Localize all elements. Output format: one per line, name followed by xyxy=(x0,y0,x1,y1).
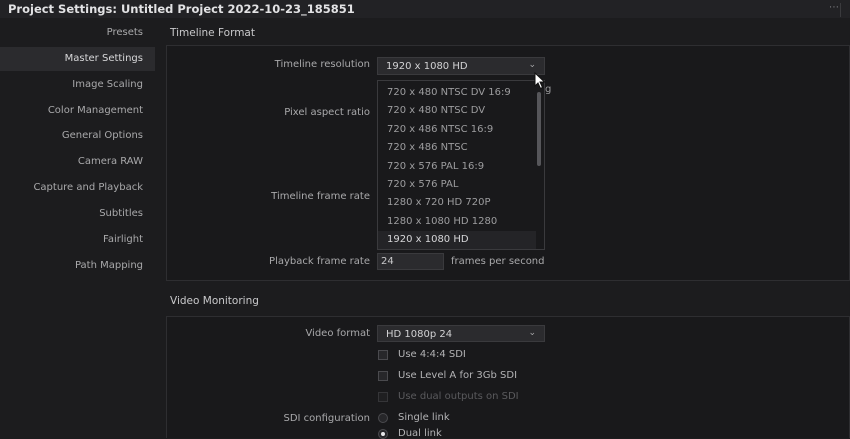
use-dual-outputs-checkbox[interactable] xyxy=(378,392,388,402)
sidebar-item-label: Presets xyxy=(106,27,143,38)
dropdown-option[interactable]: 720 x 486 NTSC 16:9 xyxy=(378,121,536,139)
playback-frame-rate-label: Playback frame rate xyxy=(269,256,370,267)
sidebar-item-presets[interactable]: Presets xyxy=(0,21,155,45)
sidebar-item-general-options[interactable]: General Options xyxy=(0,124,155,148)
dropdown-option-label: 720 x 486 NTSC xyxy=(387,142,468,153)
use-dual-outputs-label: Use dual outputs on SDI xyxy=(398,391,519,402)
dropdown-option[interactable]: 720 x 480 NTSC DV 16:9 xyxy=(378,84,536,102)
sidebar-item-label: Image Scaling xyxy=(72,79,143,90)
use-444-sdi-label: Use 4:4:4 SDI xyxy=(398,349,466,360)
mouse-pointer-icon xyxy=(534,72,546,90)
dropdown-option-label: 720 x 486 NTSC 16:9 xyxy=(387,124,494,135)
single-link-radio[interactable] xyxy=(378,413,388,423)
chevron-down-icon: ⌄ xyxy=(528,328,536,338)
use-level-a-checkbox[interactable] xyxy=(378,371,388,381)
section-title-video-monitoring: Video Monitoring xyxy=(170,295,259,307)
timeline-resolution-value: 1920 x 1080 HD xyxy=(386,61,468,72)
timeline-resolution-select[interactable]: 1920 x 1080 HD ⌄ xyxy=(377,57,545,75)
sidebar-item-fairlight[interactable]: Fairlight xyxy=(0,228,155,252)
sidebar-item-color-management[interactable]: Color Management xyxy=(0,99,155,123)
dropdown-option-label: 720 x 480 NTSC DV 16:9 xyxy=(387,87,511,98)
sidebar-item-label: Color Management xyxy=(47,105,143,116)
sidebar-item-label: Fairlight xyxy=(102,234,143,245)
playback-frame-rate-input[interactable]: 24 xyxy=(377,253,444,270)
chevron-down-icon: ⌄ xyxy=(528,60,536,70)
sidebar-item-subtitles[interactable]: Subtitles xyxy=(0,202,155,226)
sidebar-item-label: Path Mapping xyxy=(74,260,143,271)
sidebar-item-camera-raw[interactable]: Camera RAW xyxy=(0,150,155,174)
use-444-sdi-checkbox[interactable] xyxy=(378,350,388,360)
sidebar-item-master-settings[interactable]: Master Settings xyxy=(0,47,155,71)
sidebar-item-image-scaling[interactable]: Image Scaling xyxy=(0,73,155,97)
dropdown-option[interactable]: 720 x 576 PAL xyxy=(378,176,536,194)
frames-per-second-label: frames per second xyxy=(451,256,545,267)
pixel-aspect-ratio-label: Pixel aspect ratio xyxy=(284,107,370,118)
section-title-timeline-format: Timeline Format xyxy=(170,27,255,39)
dropdown-option-label: 720 x 480 NTSC DV xyxy=(387,105,486,116)
sidebar-item-label: Capture and Playback xyxy=(33,182,143,193)
dropdown-option[interactable]: 1280 x 720 HD 720P xyxy=(378,194,536,212)
dropdown-option-label: 1920 x 1080 HD xyxy=(387,234,469,245)
dropdown-option[interactable]: 1280 x 1080 HD 1280 xyxy=(378,213,536,231)
title-bar: Project Settings: Untitled Project 2022-… xyxy=(0,0,850,18)
title-bar-divider xyxy=(840,3,841,17)
dropdown-option-label: 1280 x 720 HD 720P xyxy=(387,197,491,208)
settings-sidebar: Presets Master Settings Image Scaling Co… xyxy=(0,18,155,438)
dropdown-option-label: 720 x 576 PAL 16:9 xyxy=(387,161,485,172)
video-format-value: HD 1080p 24 xyxy=(386,329,453,340)
sdi-configuration-label: SDI configuration xyxy=(283,413,370,424)
timeline-resolution-dropdown: 720 x 480 NTSC DV 16:9 720 x 480 NTSC DV… xyxy=(377,80,545,250)
sidebar-item-path-mapping[interactable]: Path Mapping xyxy=(0,254,155,278)
more-options-icon[interactable]: ⋯ xyxy=(829,2,839,13)
dropdown-option-label: 1280 x 1080 HD 1280 xyxy=(387,216,498,227)
sidebar-item-label: Subtitles xyxy=(99,208,143,219)
dropdown-option-selected[interactable]: 1920 x 1080 HD xyxy=(378,231,536,249)
sidebar-item-label: Master Settings xyxy=(64,53,143,64)
use-level-a-label: Use Level A for 3Gb SDI xyxy=(398,370,518,381)
sidebar-item-label: General Options xyxy=(61,130,143,141)
dropdown-option-label: 720 x 576 PAL xyxy=(387,179,459,190)
dropdown-option[interactable]: 720 x 576 PAL 16:9 xyxy=(378,158,536,176)
dropdown-option[interactable]: 720 x 480 NTSC DV xyxy=(378,102,536,120)
dropdown-option[interactable]: 720 x 486 NTSC xyxy=(378,139,536,157)
video-format-label: Video format xyxy=(305,328,370,339)
window-title: Project Settings: Untitled Project 2022-… xyxy=(8,2,355,16)
dual-link-label: Dual link xyxy=(398,428,442,439)
timeline-resolution-label: Timeline resolution xyxy=(274,59,370,70)
dropdown-scrollbar[interactable] xyxy=(537,92,541,166)
timeline-frame-rate-label: Timeline frame rate xyxy=(271,191,370,202)
sidebar-item-capture-playback[interactable]: Capture and Playback xyxy=(0,176,155,200)
video-format-select[interactable]: HD 1080p 24 ⌄ xyxy=(377,325,545,342)
sidebar-item-label: Camera RAW xyxy=(77,156,143,167)
playback-frame-rate-value: 24 xyxy=(381,256,394,267)
single-link-label: Single link xyxy=(398,412,450,423)
